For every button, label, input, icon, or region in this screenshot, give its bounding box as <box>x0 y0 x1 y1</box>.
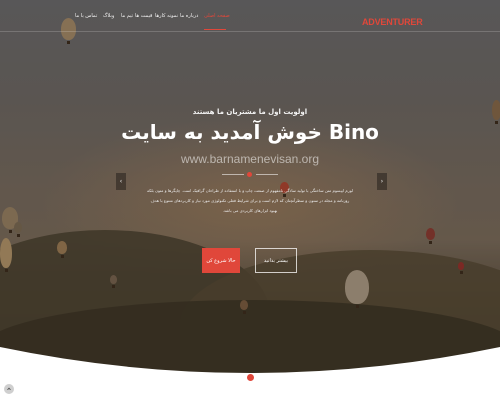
watermark-text: www.barnamenevisan.org <box>180 152 320 166</box>
hero-tagline: اولویت اول ما مشتریان ما هستند <box>192 108 308 116</box>
active-nav-indicator <box>204 29 226 30</box>
title-separator <box>222 172 278 177</box>
slider-next-arrow[interactable]: › <box>377 173 387 190</box>
nav-divider <box>0 31 500 32</box>
nav-item-team[interactable]: تیم ما <box>121 13 133 19</box>
nav-item-blog[interactable]: وبلاگ <box>103 13 114 19</box>
top-navigation: صفحه اصلی درباره ما نمونه کارها قیمت ها … <box>0 10 500 30</box>
hero-description: لورم ایپسوم متن ساختگی با تولید سادگی نا… <box>146 188 354 213</box>
nav-item-pricing[interactable]: قیمت ها <box>135 13 152 19</box>
slider-prev-arrow[interactable]: ‹ <box>116 173 126 190</box>
nav-item-portfolio[interactable]: نمونه کارها <box>155 13 178 19</box>
get-started-button[interactable]: حالا شروع کن <box>202 248 240 273</box>
site-logo[interactable]: ADVENTURER <box>362 17 423 27</box>
separator-dot <box>247 172 252 177</box>
corner-button[interactable] <box>4 384 14 394</box>
scroll-down-button[interactable] <box>246 374 254 388</box>
nav-item-contact[interactable]: تماس با ما <box>75 13 97 19</box>
up-icon <box>7 387 11 391</box>
nav-item-about[interactable]: درباره ما <box>180 13 198 19</box>
nav-item-home[interactable]: صفحه اصلی <box>204 13 230 19</box>
learn-more-button[interactable]: بیشتر بدانید <box>255 248 297 273</box>
hero-title: Bino خوش آمدید به سایت <box>121 120 379 144</box>
chevron-down-icon <box>248 384 252 388</box>
